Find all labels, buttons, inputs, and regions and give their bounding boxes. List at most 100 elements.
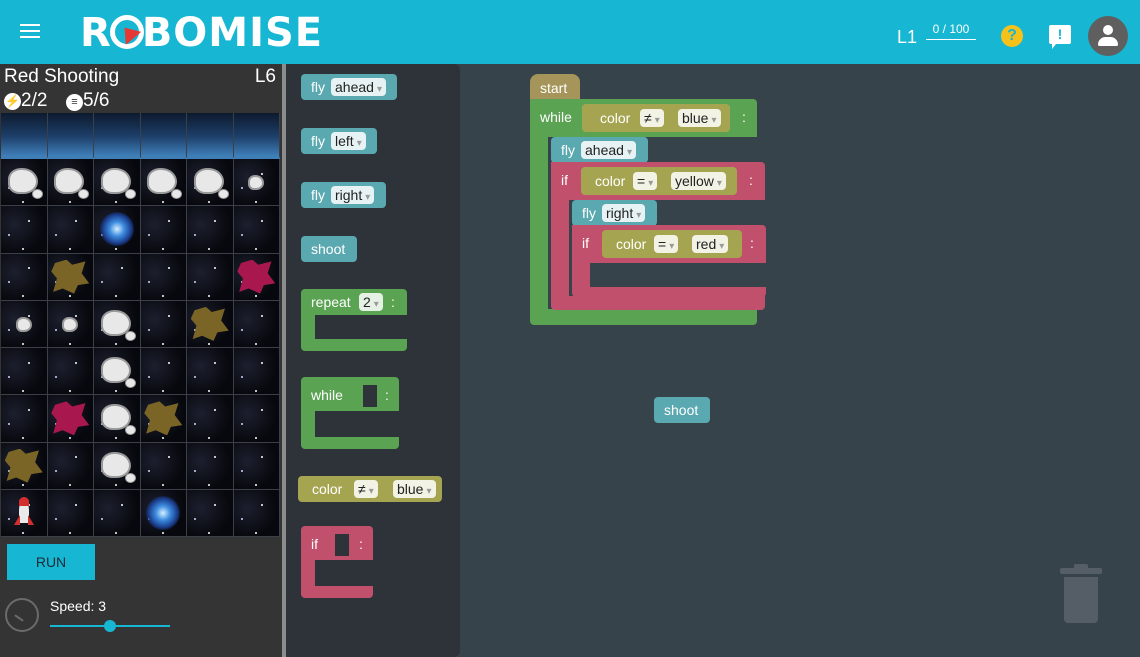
- run-button[interactable]: RUN: [7, 544, 95, 580]
- color-dropdown[interactable]: blue ▾: [393, 480, 436, 498]
- toolbox-shoot-block[interactable]: shoot: [301, 236, 357, 262]
- colon: :: [742, 109, 746, 125]
- direction-dropdown[interactable]: ahead ▾: [331, 78, 386, 96]
- account-icon[interactable]: [1088, 16, 1128, 56]
- energy-value: 2/2: [21, 90, 48, 111]
- operator-dropdown[interactable]: = ▾: [654, 235, 679, 253]
- grid-cell: [233, 300, 280, 348]
- speedometer-icon: [5, 598, 39, 632]
- if-red-condition-block[interactable]: color = ▾ red ▾: [602, 230, 742, 258]
- operator-dropdown[interactable]: ≠ ▾: [354, 480, 378, 498]
- yellow-diamond-icon: [190, 306, 229, 341]
- block-toolbox: fly ahead ▾ fly left ▾ fly right ▾ shoot re…: [286, 64, 460, 657]
- speed-label: Speed: 3: [50, 598, 107, 614]
- start-label: start: [540, 80, 568, 96]
- repeat-label: repeat: [311, 294, 351, 310]
- asteroid-icon: [100, 309, 136, 341]
- wormhole-icon: [99, 212, 134, 247]
- chevron-down-icon: ▾: [669, 241, 675, 252]
- shoot-block[interactable]: shoot: [654, 397, 710, 423]
- grid-cell: [233, 253, 280, 301]
- grid-cell: [233, 206, 280, 254]
- grid-cell: [94, 300, 141, 348]
- toolbox-color-condition-block[interactable]: color ≠ ▾ blue ▾: [298, 476, 442, 502]
- direction-dropdown[interactable]: ahead ▾: [581, 141, 636, 159]
- grid-cell: [1, 253, 48, 301]
- if-yellow-condition-block[interactable]: color = ▾ yellow ▾: [581, 167, 737, 195]
- while-label: while: [311, 387, 343, 403]
- operator-dropdown[interactable]: = ▾: [633, 172, 658, 190]
- grid-cell: [187, 206, 234, 254]
- while-condition-block[interactable]: color ≠ ▾ blue ▾: [582, 104, 730, 132]
- grid-cell: [140, 442, 187, 490]
- toolbox-repeat-block[interactable]: repeat 2 ▾ :: [301, 289, 407, 351]
- if-red-block[interactable]: if color = ▾ red ▾ :: [572, 225, 766, 297]
- colon: :: [391, 294, 395, 310]
- operator-dropdown[interactable]: ≠ ▾: [640, 109, 664, 127]
- grid-cell: [187, 253, 234, 301]
- asteroid-icon: [62, 316, 79, 332]
- asteroid-icon: [15, 316, 32, 332]
- fly-ahead-block[interactable]: fly ahead ▾: [551, 137, 648, 163]
- grid-cell: [94, 395, 141, 443]
- toolbox-fly-ahead-block[interactable]: fly ahead ▾: [301, 74, 397, 100]
- direction-dropdown[interactable]: left ▾: [331, 132, 366, 150]
- toolbox-fly-right-block[interactable]: fly right ▾: [301, 182, 386, 208]
- toolbox-fly-left-block[interactable]: fly left ▾: [301, 128, 377, 154]
- colon: :: [359, 536, 363, 552]
- color-dropdown[interactable]: yellow ▾: [671, 172, 726, 190]
- grid-cell: [140, 113, 187, 159]
- trash-icon[interactable]: [1060, 564, 1102, 624]
- red-diamond-icon: [51, 401, 90, 436]
- speed-slider-thumb[interactable]: [104, 620, 116, 632]
- grid-cell: [47, 300, 94, 348]
- user-level: L1: [897, 27, 918, 47]
- grid-cell: [1, 159, 48, 207]
- robomise-logo[interactable]: R BOMISE: [80, 10, 323, 56]
- program-workspace[interactable]: start while color ≠ ▾ blue ▾ : fly ahead ▾ …: [460, 64, 1140, 657]
- grid-cell: [47, 206, 94, 254]
- asteroid-icon: [100, 451, 136, 483]
- grid-cell: [94, 159, 141, 207]
- color-dropdown[interactable]: red ▾: [692, 235, 729, 253]
- grid-cell: [47, 442, 94, 490]
- grid-cell: [1, 395, 48, 443]
- grid-cell: [233, 159, 280, 207]
- menu-icon[interactable]: [20, 20, 46, 42]
- help-icon[interactable]: ?: [1001, 25, 1023, 47]
- color-label: color: [600, 110, 631, 126]
- color-label: color: [616, 236, 647, 252]
- grid-cell: [187, 113, 234, 159]
- grid-cell: [187, 489, 234, 537]
- score-counter: 0 / 100: [926, 22, 976, 40]
- while-label: while: [540, 109, 572, 125]
- asteroid-icon: [100, 168, 136, 200]
- direction-dropdown[interactable]: right ▾: [602, 204, 646, 222]
- feedback-icon[interactable]: !: [1049, 25, 1071, 49]
- grid-cell: [1, 206, 48, 254]
- level-title: Red Shooting: [4, 66, 120, 87]
- repeat-count-dropdown[interactable]: 2 ▾: [359, 293, 383, 311]
- fly-right-block[interactable]: fly right ▾: [572, 200, 657, 226]
- grid-cell: [47, 113, 94, 159]
- chevron-down-icon: ▾: [719, 241, 725, 252]
- toolbox-if-block[interactable]: if :: [301, 526, 373, 598]
- direction-dropdown[interactable]: right ▾: [331, 186, 375, 204]
- level-code: L6: [254, 66, 276, 87]
- grid-cell: [94, 206, 141, 254]
- while-body-slot: [315, 411, 399, 437]
- grid-cell: [233, 442, 280, 490]
- grid-cell: [1, 442, 48, 490]
- grid-cell: [1, 489, 48, 537]
- condition-socket: [335, 534, 349, 556]
- spaceship-icon: [13, 496, 34, 529]
- blocks-icon: ≡: [66, 94, 83, 111]
- toolbox-while-block[interactable]: while :: [301, 377, 399, 449]
- shoot-label: shoot: [664, 402, 699, 418]
- asteroid-icon: [7, 168, 43, 200]
- wormhole-icon: [146, 495, 181, 530]
- grid-cell: [187, 300, 234, 348]
- chevron-down-icon: ▾: [368, 486, 374, 497]
- color-dropdown[interactable]: blue ▾: [678, 109, 721, 127]
- condition-socket: [363, 385, 377, 407]
